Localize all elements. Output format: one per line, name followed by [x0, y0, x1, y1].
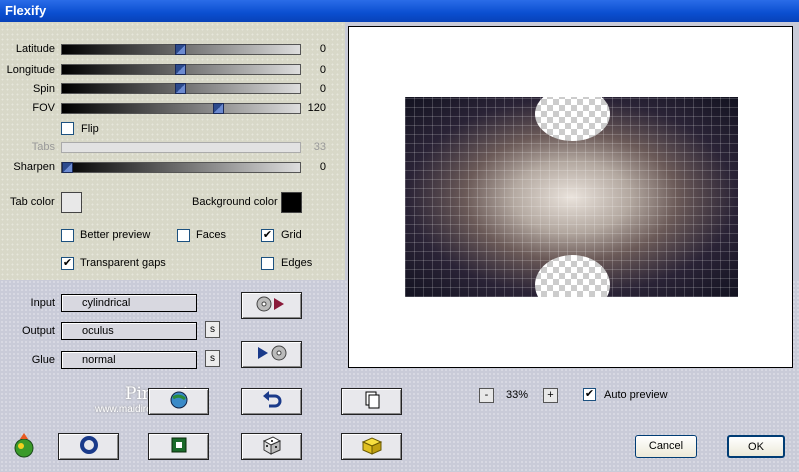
sharpen-slider[interactable]: [61, 162, 301, 173]
grid-checkbox[interactable]: ✔: [261, 229, 274, 242]
output-projection-field[interactable]: oculus: [61, 322, 197, 340]
longitude-value: 0: [319, 64, 326, 76]
glue-s-button[interactable]: s: [205, 350, 220, 367]
zoom-out-button[interactable]: -: [479, 388, 494, 403]
tab-color-label: Tab color: [10, 196, 55, 208]
load-preset-button[interactable]: [241, 292, 302, 319]
transparent-gaps-label: Transparent gaps: [80, 257, 166, 269]
block-button[interactable]: [341, 433, 402, 460]
green-square-icon: [169, 435, 189, 458]
flip-checkbox[interactable]: [61, 122, 74, 135]
window-title: Flexify: [0, 0, 799, 22]
better-preview-checkbox[interactable]: [61, 229, 74, 242]
tabs-value: 33: [313, 141, 326, 153]
sharpen-value: 0: [319, 161, 326, 173]
edges-label: Edges: [281, 257, 313, 269]
auto-preview-checkbox[interactable]: ✔: [583, 388, 596, 401]
auto-preview-label: Auto preview: [604, 389, 668, 401]
copy-icon: [362, 390, 382, 413]
longitude-slider[interactable]: [61, 64, 301, 75]
globe-icon: [169, 390, 189, 413]
undo-button[interactable]: [241, 388, 302, 415]
flexify-logo-icon[interactable]: [10, 431, 38, 462]
cancel-button[interactable]: Cancel: [635, 435, 697, 458]
transparent-gaps-checkbox[interactable]: ✔: [61, 257, 74, 270]
faces-label: Faces: [196, 229, 226, 241]
preview-image: [405, 97, 738, 297]
zoom-in-button[interactable]: +: [543, 388, 558, 403]
tab-color-swatch[interactable]: [61, 192, 82, 213]
glue-field[interactable]: normal: [61, 351, 197, 369]
random-button[interactable]: [241, 433, 302, 460]
fov-label: FOV: [32, 102, 55, 114]
tabs-slider[interactable]: [61, 142, 301, 153]
longitude-slider-thumb[interactable]: [175, 64, 186, 75]
latitude-slider-thumb[interactable]: [175, 44, 186, 55]
preview-pane[interactable]: [348, 26, 793, 368]
input-label: Input: [30, 297, 55, 309]
copy-button[interactable]: [341, 388, 402, 415]
background-color-swatch[interactable]: [281, 192, 302, 213]
longitude-label: Longitude: [6, 64, 55, 76]
flip-label: Flip: [81, 123, 99, 135]
ring-button[interactable]: [58, 433, 119, 460]
output-label: Output: [21, 325, 55, 337]
spin-slider[interactable]: [61, 83, 301, 94]
background-color-label: Background color: [192, 196, 278, 208]
latitude-label: Latitude: [15, 43, 55, 55]
spin-value: 0: [319, 83, 326, 95]
grid-label: Grid: [281, 229, 302, 241]
sharpen-slider-thumb[interactable]: [62, 162, 73, 173]
save-preset-button[interactable]: [241, 341, 302, 368]
zoom-value: 33%: [506, 389, 529, 401]
spin-label: Spin: [32, 83, 55, 95]
flexify-window: Flexify Latitude 0 Longitude 0 Spin 0 FO…: [0, 0, 799, 472]
tabs-label: Tabs: [31, 141, 55, 153]
latitude-slider[interactable]: [61, 44, 301, 55]
dice-icon: [261, 434, 283, 459]
globe-button[interactable]: [148, 388, 209, 415]
disc-play-icon: [252, 294, 292, 317]
faces-checkbox[interactable]: [177, 229, 190, 242]
sharpen-label: Sharpen: [13, 161, 55, 173]
yellow-block-icon: [361, 434, 383, 459]
edges-checkbox[interactable]: [261, 257, 274, 270]
play-disc-icon: [252, 343, 292, 366]
fov-slider[interactable]: [61, 103, 301, 114]
input-projection-field[interactable]: cylindrical: [61, 294, 197, 312]
latitude-value: 0: [319, 43, 326, 55]
undo-icon: [261, 390, 283, 413]
ok-button[interactable]: OK: [727, 435, 785, 458]
glue-label: Glue: [31, 354, 55, 366]
better-preview-label: Better preview: [80, 229, 151, 241]
fov-slider-thumb[interactable]: [213, 103, 224, 114]
output-s-button[interactable]: s: [205, 321, 220, 338]
spin-slider-thumb[interactable]: [175, 83, 186, 94]
square-button[interactable]: [148, 433, 209, 460]
fov-value: 120: [307, 102, 326, 114]
ring-icon: [79, 435, 99, 458]
